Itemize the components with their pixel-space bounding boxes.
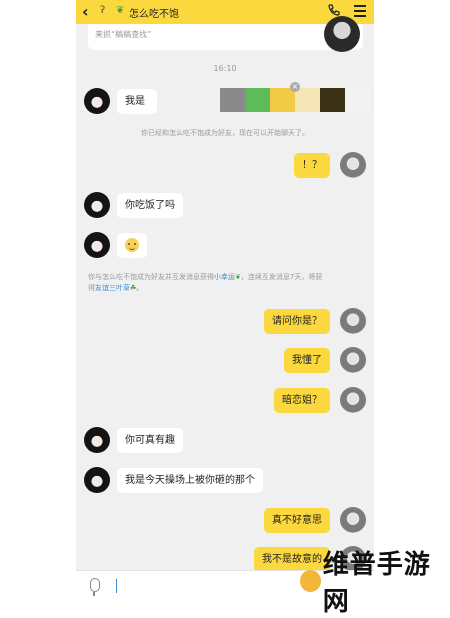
message-text: 请问你是？ <box>272 316 322 327</box>
system-notice: 你已经和怎么吃不饱成为好友，现在可以开始聊天了。 <box>141 129 309 137</box>
message-bubble[interactable]: ！？ <box>294 153 330 178</box>
message-bubble[interactable]: 我懂了 <box>284 348 330 373</box>
message-text: 我是今天操场上被你砸的那个 <box>125 475 255 486</box>
menu-icon[interactable] <box>354 5 366 20</box>
color-swatch <box>245 88 270 112</box>
color-swatch <box>220 88 245 112</box>
message-bubble[interactable]: 我是今天操场上被你砸的那个 <box>117 468 263 493</box>
message-bubble[interactable]: 请问你是？ <box>264 309 330 334</box>
color-swatch <box>295 88 320 112</box>
chat-title: 怎么吃不饱 <box>129 9 179 20</box>
color-swatch <box>270 88 295 112</box>
notice-link[interactable]: 小幸运 <box>214 273 235 281</box>
message-bubble[interactable]: 真不好意思 <box>264 508 330 533</box>
avatar[interactable] <box>84 232 110 258</box>
notice-text: 。 <box>136 284 144 292</box>
avatar[interactable] <box>340 507 366 533</box>
profile-card[interactable]: 来抓“稿稿查找” <box>88 16 363 52</box>
chat-screen: ‹ ʔ ❦ 怎么吃不饱 来抓“稿稿查找” 16:10 我是 × 你已经和怎么吃不… <box>76 0 374 600</box>
chevron-left-icon[interactable]: ‹ <box>82 2 89 21</box>
notice-text: 得 <box>88 284 95 292</box>
profile-signature: 来抓“稿稿查找” <box>95 30 152 39</box>
avatar[interactable] <box>84 467 110 493</box>
avatar[interactable] <box>324 16 360 52</box>
message-timestamp: 16:10 <box>213 64 237 73</box>
message-bubble[interactable]: 你可真有趣 <box>117 428 183 453</box>
avatar[interactable] <box>340 152 366 178</box>
leaf-icon: ❦ <box>116 5 125 16</box>
close-icon[interactable]: × <box>290 82 300 92</box>
avatar[interactable] <box>340 308 366 334</box>
avatar[interactable] <box>84 192 110 218</box>
system-notice: 你与怎么吃不饱成为好友并互发消息获得小幸运❦，连续互发消息7天，将获 得友谊三叶… <box>88 272 362 294</box>
message-text: 真不好意思 <box>272 515 322 526</box>
avatar[interactable] <box>84 88 110 114</box>
message-bubble[interactable]: 暗恋姐？ <box>274 388 330 413</box>
message-text: 你可真有趣 <box>125 435 175 446</box>
message-text: ！？ <box>302 160 322 171</box>
message-text: 你吃饭了吗 <box>125 200 175 211</box>
watermark: 维普手游网 <box>300 550 450 617</box>
microphone-icon[interactable] <box>90 578 100 596</box>
color-swatch <box>320 88 345 112</box>
message-bubble[interactable]: 你吃饭了吗 <box>117 193 183 218</box>
watermark-logo-icon <box>300 570 321 592</box>
avatar[interactable] <box>340 347 366 373</box>
message-text: 我懂了 <box>292 355 322 366</box>
message-text: 暗恋姐？ <box>282 395 322 406</box>
avatar[interactable] <box>84 427 110 453</box>
avatar[interactable] <box>340 387 366 413</box>
message-bubble[interactable] <box>117 233 147 258</box>
notice-text: 你与怎么吃不饱成为好友并互发消息获得 <box>88 273 214 281</box>
status-icon: ʔ <box>100 5 106 16</box>
notice-text: ，连续互发消息7天，将获 <box>240 273 323 281</box>
color-swatch <box>345 88 370 112</box>
watermark-text: 维普手游网 <box>322 550 431 617</box>
message-bubble[interactable]: 我是 <box>117 89 157 114</box>
notice-link[interactable]: 友谊三叶草 <box>95 284 130 292</box>
message-text: 我是 <box>125 96 145 107</box>
smile-emoji-icon <box>125 238 139 252</box>
text-cursor <box>116 579 117 593</box>
